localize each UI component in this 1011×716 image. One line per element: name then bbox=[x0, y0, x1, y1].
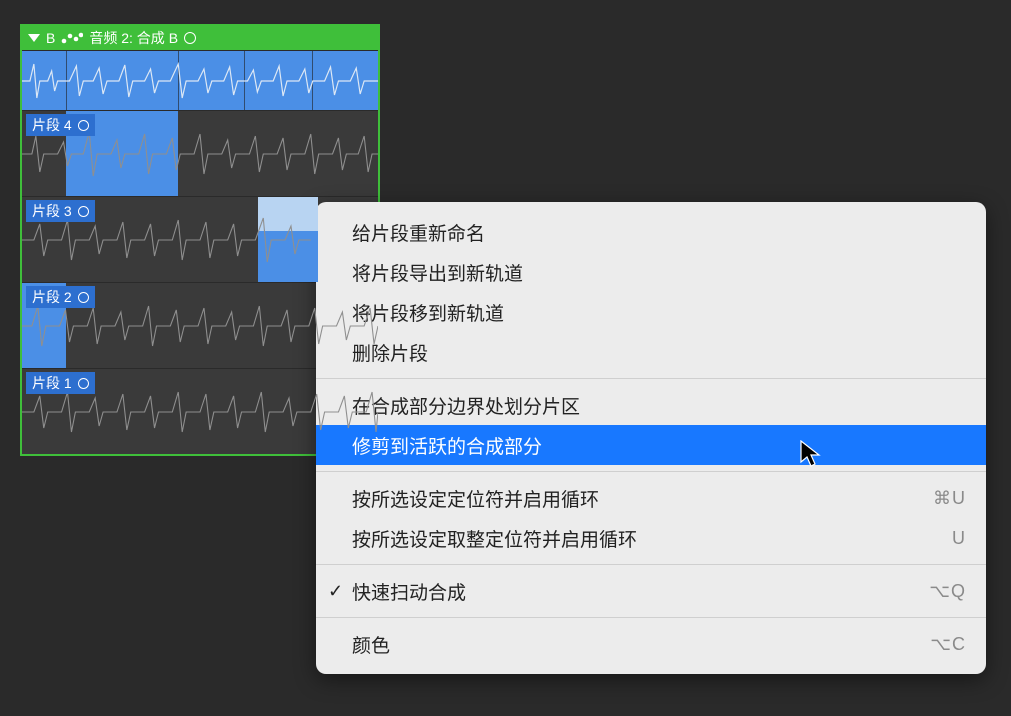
take-name: 片段 2 bbox=[32, 287, 72, 307]
menu-quick-swipe[interactable]: ✓ 快速扫动合成 ⌥Q bbox=[316, 571, 986, 611]
menu-separator bbox=[316, 471, 986, 472]
menu-color[interactable]: 颜色 ⌥C bbox=[316, 624, 986, 664]
take-name: 片段 3 bbox=[32, 201, 72, 221]
menu-export-to-track[interactable]: 将片段导出到新轨道 bbox=[316, 252, 986, 292]
shortcut-label: ⌥C bbox=[930, 634, 966, 655]
menu-rename[interactable]: 给片段重新命名 bbox=[316, 212, 986, 252]
take-lane[interactable]: 片段 4 bbox=[22, 110, 378, 196]
loop-indicator-icon bbox=[78, 378, 89, 389]
context-menu: 给片段重新命名 将片段导出到新轨道 将片段移到新轨道 删除片段 在合成部分边界处… bbox=[316, 202, 986, 674]
take-folder-header[interactable]: B 音频 2: 合成 B bbox=[22, 26, 378, 50]
comp-menu-icon[interactable] bbox=[61, 32, 83, 44]
comp-lane[interactable] bbox=[22, 50, 378, 110]
menu-set-round-locators[interactable]: 按所选设定取整定位符并启用循环 U bbox=[316, 518, 986, 558]
menu-separator bbox=[316, 617, 986, 618]
menu-move-to-track[interactable]: 将片段移到新轨道 bbox=[316, 292, 986, 332]
cursor-icon bbox=[800, 440, 822, 468]
take-label[interactable]: 片段 3 bbox=[26, 200, 95, 222]
take-name: 片段 4 bbox=[32, 115, 72, 135]
loop-indicator-icon bbox=[78, 292, 89, 303]
menu-delete[interactable]: 删除片段 bbox=[316, 332, 986, 372]
take-label[interactable]: 片段 1 bbox=[26, 372, 95, 394]
take-label[interactable]: 片段 4 bbox=[26, 114, 95, 136]
shortcut-label: ⌥Q bbox=[929, 581, 966, 602]
disclosure-triangle-icon[interactable] bbox=[28, 34, 40, 42]
header-b-label: B bbox=[46, 30, 55, 46]
menu-trim-to-active-comp[interactable]: 修剪到活跃的合成部分 bbox=[316, 425, 986, 465]
take-label[interactable]: 片段 2 bbox=[26, 286, 95, 308]
loop-indicator-icon bbox=[78, 206, 89, 217]
take-folder-title: 音频 2: 合成 B bbox=[89, 28, 178, 48]
loop-indicator-icon bbox=[184, 32, 196, 44]
shortcut-label: U bbox=[952, 528, 966, 549]
loop-indicator-icon bbox=[78, 120, 89, 131]
menu-separator bbox=[316, 564, 986, 565]
menu-separator bbox=[316, 378, 986, 379]
menu-set-locators[interactable]: 按所选设定定位符并启用循环 ⌘U bbox=[316, 478, 986, 518]
take-name: 片段 1 bbox=[32, 373, 72, 393]
checkmark-icon: ✓ bbox=[328, 581, 343, 602]
menu-slice-at-comp[interactable]: 在合成部分边界处划分片区 bbox=[316, 385, 986, 425]
shortcut-label: ⌘U bbox=[933, 488, 966, 509]
